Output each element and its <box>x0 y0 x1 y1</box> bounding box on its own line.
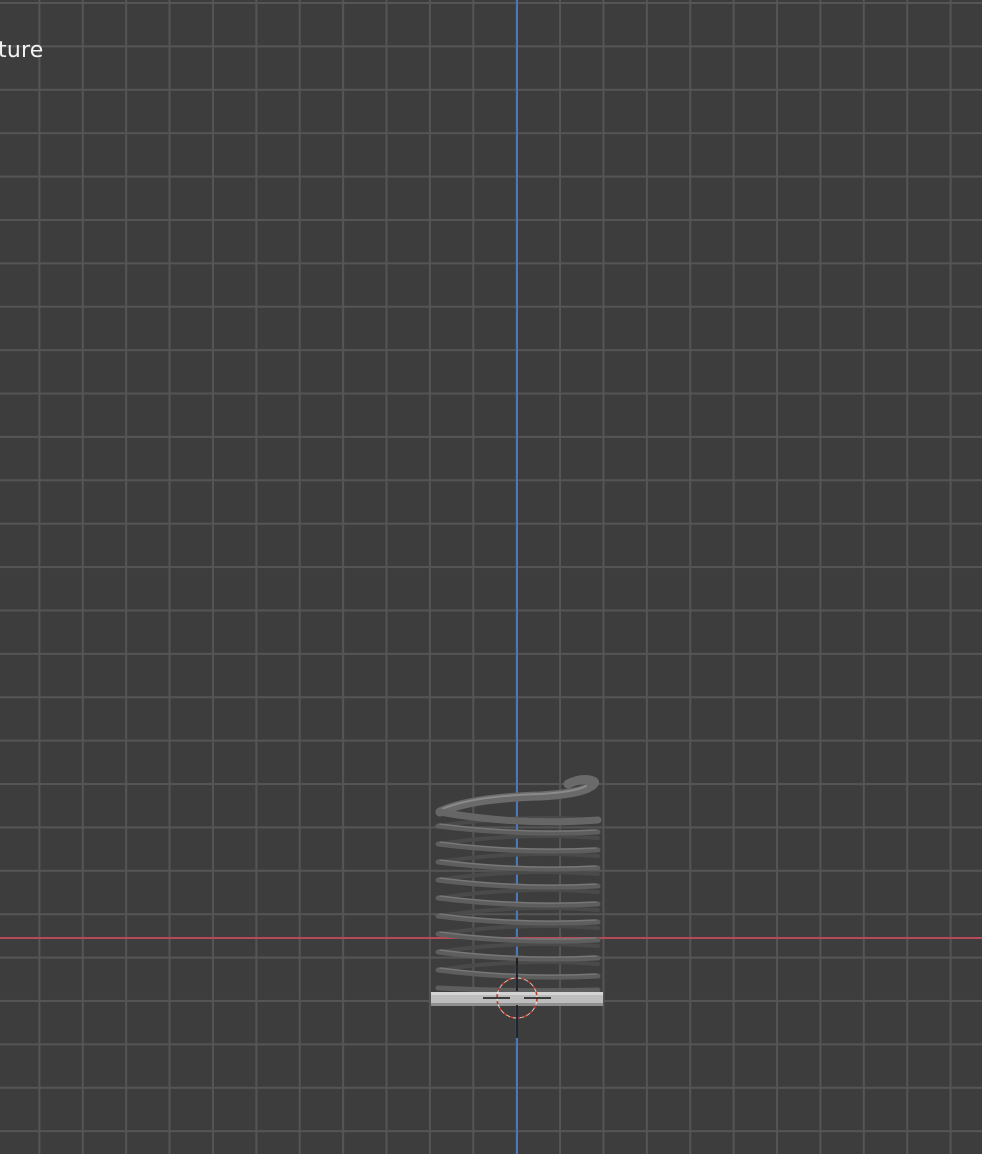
spring[interactable] <box>435 775 602 994</box>
scene-objects <box>431 775 603 1038</box>
base-plate[interactable] <box>431 992 603 1006</box>
3d-viewport[interactable]: ture <box>0 0 982 1154</box>
